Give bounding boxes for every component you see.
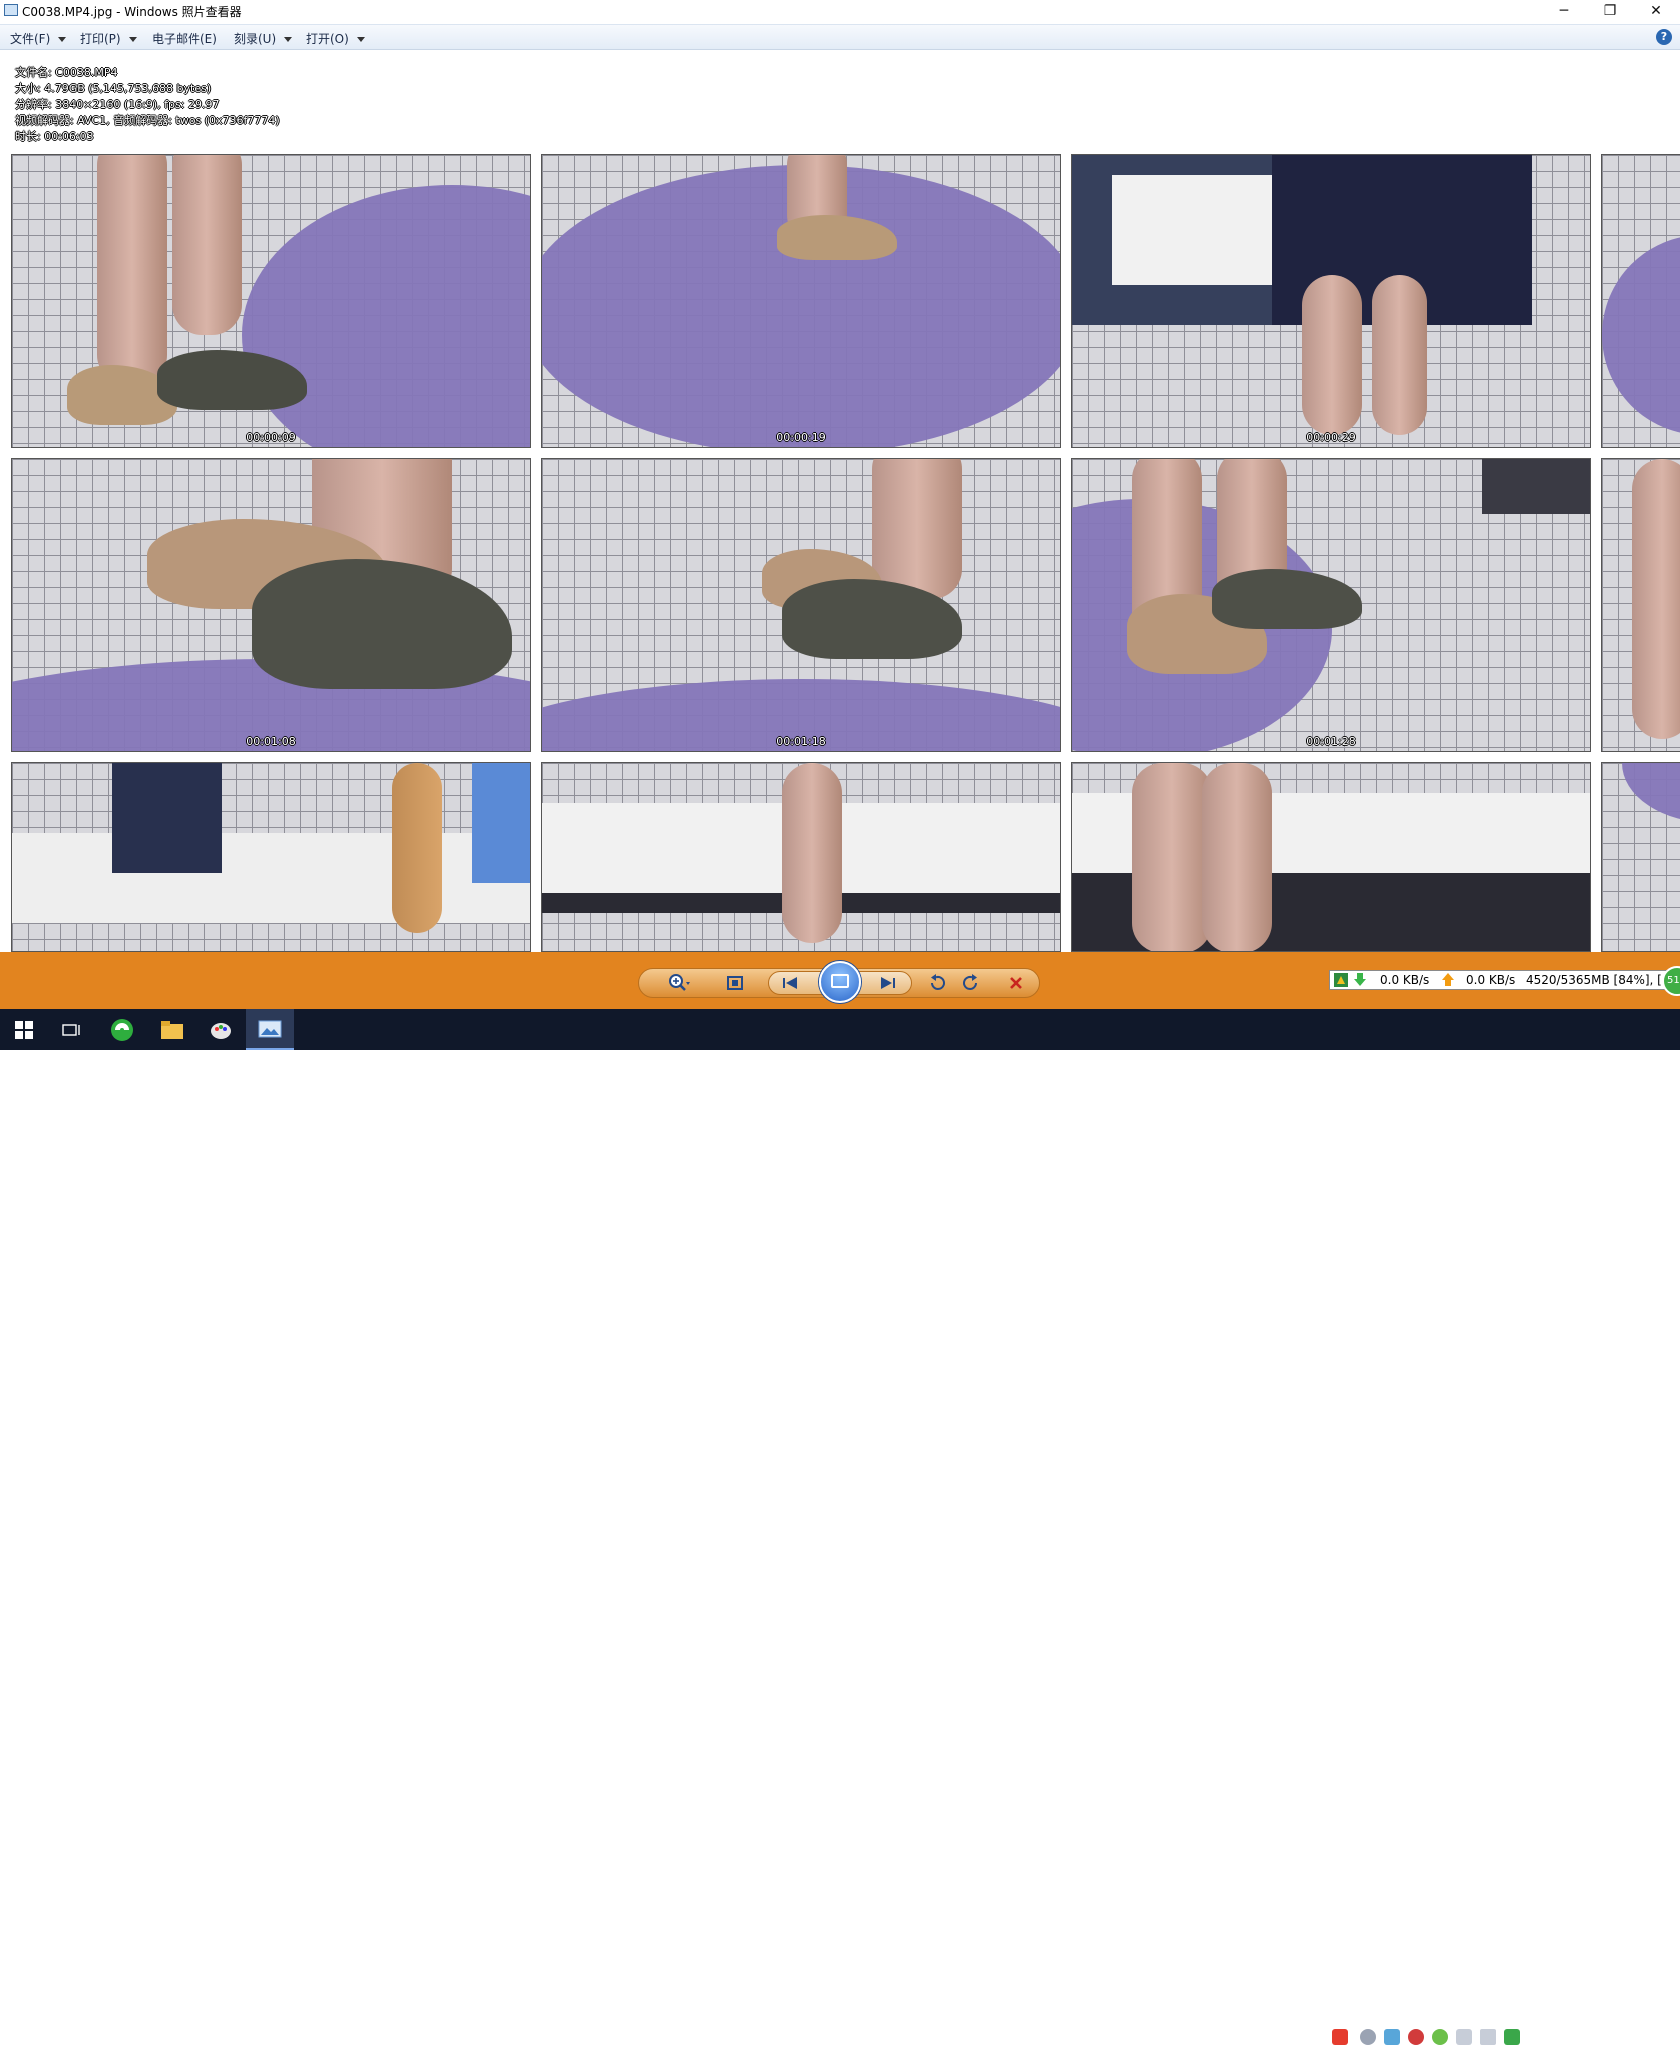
- next-icon[interactable]: [876, 972, 900, 994]
- sogou-input-icon[interactable]: [1332, 2029, 1348, 2045]
- menu-print[interactable]: 打印(P): [80, 30, 137, 47]
- title-bar: C0038.MP4.jpg - Windows 照片查看器 ─ ❐ ✕: [0, 0, 1680, 22]
- task-view-icon: [62, 1023, 80, 1036]
- info-duration: 时长: 00:06:03: [15, 130, 94, 143]
- chevron-down-icon: [356, 37, 365, 42]
- thumbnail: 00:01:08: [11, 458, 531, 752]
- taskbar: 8:16 2018/12/20/周四: [0, 1009, 1680, 2053]
- download-icon: [1354, 973, 1366, 989]
- notification-icon[interactable]: [1638, 2030, 1656, 2048]
- menu-open-label: 打开(O): [306, 32, 349, 46]
- taskbar-clock[interactable]: 8:16 2018/12/20/周四: [1528, 2022, 1628, 2054]
- thumbnail: [11, 762, 531, 952]
- start-button[interactable]: [0, 1009, 48, 1050]
- thumbnail: 00:00:09: [11, 154, 531, 448]
- thumbnail: 00:01:28: [1071, 458, 1591, 752]
- clock-time: 8:16: [1564, 2023, 1592, 2037]
- restore-button[interactable]: ❐: [1587, 0, 1633, 22]
- chevron-down-icon: [58, 37, 67, 42]
- windows-logo-icon: [15, 1020, 33, 1039]
- taskbar-paint[interactable]: [197, 1009, 245, 1050]
- browser-icon: [111, 1018, 133, 1041]
- close-button[interactable]: ✕: [1633, 0, 1679, 22]
- thumbnail-partial: [1601, 458, 1680, 752]
- thumbnail-partial: [1601, 154, 1680, 448]
- menu-file-label: 文件(F): [10, 32, 51, 46]
- video-info: 文件名: C0038.MP4 大小: 4.79GB (5,145,753,688…: [15, 65, 280, 145]
- taskbar-browser[interactable]: [98, 1009, 146, 1050]
- chevron-down-icon: [128, 37, 137, 42]
- download-speed: 0.0 KB/s: [1380, 973, 1430, 987]
- info-resolution: 分辨率: 3840×2160 (16:9), fps: 29.97: [15, 98, 220, 111]
- thumbnail: 00:00:19: [541, 154, 1061, 448]
- thumbnail-timestamp: 00:00:29: [1306, 431, 1356, 444]
- window-title: C0038.MP4.jpg - Windows 照片查看器: [22, 5, 242, 19]
- tray-app-icon[interactable]: [1360, 2029, 1376, 2045]
- meter-app-icon: [1334, 973, 1348, 989]
- rotate-counterclockwise-icon[interactable]: [925, 972, 949, 994]
- thumbnail-timestamp: 00:01:08: [246, 735, 296, 748]
- menu-print-label: 打印(P): [80, 32, 121, 46]
- clock-date: 2018/12/20/周四: [1529, 2039, 1627, 2053]
- thumbnail-partial: [1601, 762, 1680, 952]
- volume-icon[interactable]: [1480, 2029, 1496, 2045]
- network-meter: 0.0 KB/s 0.0 KB/s 4520/5365MB [84%], [4: [1329, 970, 1669, 990]
- folder-icon: [161, 1020, 183, 1039]
- delete-icon[interactable]: [1004, 972, 1028, 994]
- thumbnail-timestamp: 00:00:19: [776, 431, 826, 444]
- memory-usage: 4520/5365MB [84%], [4: [1526, 973, 1669, 987]
- menu-email[interactable]: 电子邮件(E): [152, 30, 217, 47]
- thumbnail: 00:01:18: [541, 458, 1061, 752]
- previous-icon[interactable]: [778, 972, 802, 994]
- upload-icon: [1442, 973, 1454, 989]
- menu-email-label: 电子邮件(E): [152, 32, 217, 46]
- thumbnail-timestamp: 00:01:18: [776, 735, 826, 748]
- slideshow-icon: [831, 974, 849, 988]
- thumbnail-timestamp: 00:00:09: [246, 431, 296, 444]
- chevron-down-icon: [284, 37, 293, 42]
- rotate-clockwise-icon[interactable]: [959, 972, 983, 994]
- menu-open[interactable]: 打开(O): [306, 30, 365, 47]
- minimize-button[interactable]: ─: [1541, 0, 1587, 22]
- menu-burn-label: 刻录(U): [234, 32, 277, 46]
- menu-burn[interactable]: 刻录(U): [234, 30, 293, 47]
- zoom-icon[interactable]: [667, 972, 691, 994]
- photo-viewer-icon: [258, 1020, 282, 1037]
- photo-viewer-app-icon: [4, 4, 18, 16]
- upload-speed: 0.0 KB/s: [1466, 973, 1516, 987]
- thumbnail: [541, 762, 1061, 952]
- info-codec: 视频解码器: AVC1, 音频解码器: twos (0x736f7774): [15, 114, 280, 127]
- taskbar-photo-viewer[interactable]: [246, 1009, 294, 1050]
- task-view-button[interactable]: [48, 1009, 96, 1050]
- palette-icon: [211, 1022, 231, 1039]
- help-icon[interactable]: ?: [1656, 29, 1672, 45]
- security-shield-icon[interactable]: [1504, 2029, 1520, 2045]
- thumbnail: 00:00:29: [1071, 154, 1591, 448]
- menu-file[interactable]: 文件(F): [10, 30, 67, 47]
- tray-plus-icon[interactable]: [1432, 2029, 1448, 2045]
- fit-window-icon[interactable]: [723, 972, 747, 994]
- info-size: 大小: 4.79GB (5,145,753,688 bytes): [15, 82, 212, 95]
- slideshow-button[interactable]: [819, 961, 861, 1003]
- thumbnail: [1071, 762, 1591, 952]
- info-filename: 文件名: C0038.MP4: [15, 66, 118, 79]
- tray-pen-icon[interactable]: [1384, 2029, 1400, 2045]
- taskbar-file-explorer[interactable]: [148, 1009, 196, 1050]
- network-icon[interactable]: [1456, 2029, 1472, 2045]
- thumbnail-timestamp: 00:01:28: [1306, 735, 1356, 748]
- tray-shield-red-icon[interactable]: [1408, 2029, 1424, 2045]
- menu-bar: 文件(F) 打印(P) 电子邮件(E) 刻录(U) 打开(O) ?: [0, 24, 1680, 50]
